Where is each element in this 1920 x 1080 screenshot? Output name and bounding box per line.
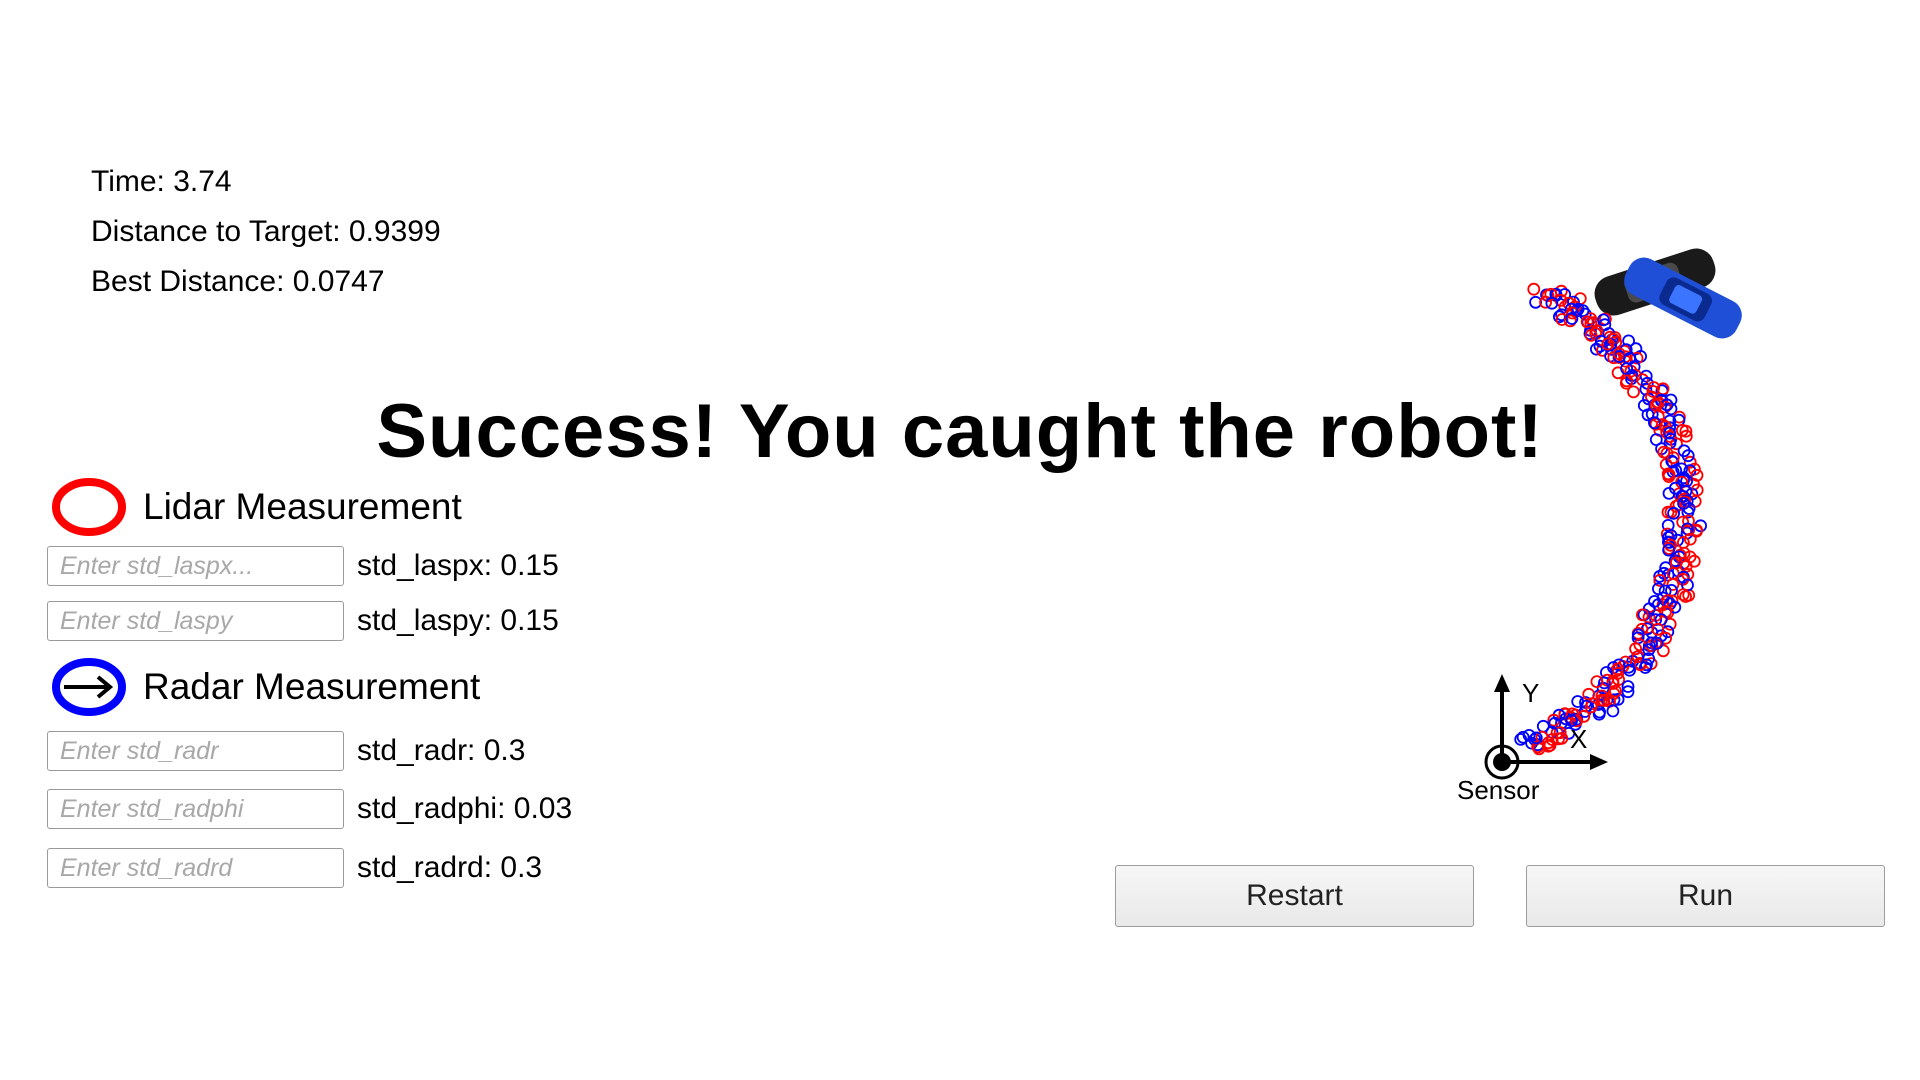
std-radr-input[interactable]	[47, 731, 344, 771]
lidar-legend-label: Lidar Measurement	[143, 486, 462, 527]
std-laspy-label: std_laspy: 0.15	[357, 604, 559, 637]
lidar-measurement-marker	[1627, 385, 1640, 399]
lidar-measurement-marker	[1590, 675, 1604, 689]
stats-panel: Time: 3.74 Distance to Target: 0.9399 Be…	[91, 157, 441, 307]
y-axis-label: Y	[1522, 678, 1539, 708]
radar-circle-arrow-icon	[52, 658, 126, 716]
radar-legend-label: Radar Measurement	[143, 666, 481, 707]
std-laspy-input[interactable]	[47, 601, 344, 641]
lidar-param-row: std_laspx: 0.15	[47, 544, 559, 588]
run-button[interactable]: Run	[1526, 865, 1885, 927]
lidar-legend: Lidar Measurement	[50, 477, 462, 537]
restart-button[interactable]: Restart	[1115, 865, 1474, 927]
x-axis-label: X	[1570, 724, 1587, 754]
radar-param-row: std_radrd: 0.3	[47, 846, 542, 890]
std-radphi-label: std_radphi: 0.03	[357, 792, 573, 825]
std-laspx-input[interactable]	[47, 546, 344, 586]
simulator-view: Time: 3.74 Distance to Target: 0.9399 Be…	[0, 0, 1920, 1080]
radar-legend: Radar Measurement	[50, 657, 480, 717]
best-distance-readout: Best Distance: 0.0747	[91, 265, 385, 298]
time-readout: Time: 3.74	[91, 165, 232, 198]
std-radr-label: std_radr: 0.3	[357, 734, 526, 767]
std-laspx-label: std_laspx: 0.15	[357, 549, 559, 582]
std-radphi-input[interactable]	[47, 789, 344, 829]
std-radrd-label: std_radrd: 0.3	[357, 851, 543, 884]
sensor-label: Sensor	[1457, 775, 1540, 805]
lidar-circle-icon	[52, 478, 126, 536]
std-radrd-input[interactable]	[47, 848, 344, 888]
radar-param-row: std_radr: 0.3	[47, 729, 525, 773]
measurement-trajectory	[1514, 282, 1708, 756]
radar-measurement-marker	[1606, 704, 1620, 718]
lidar-param-row: std_laspy: 0.15	[47, 599, 559, 643]
lidar-measurement-marker	[1527, 282, 1541, 296]
radar-param-row: std_radphi: 0.03	[47, 787, 572, 831]
simulation-scene: Y X Sensor	[1457, 248, 1742, 805]
distance-readout: Distance to Target: 0.9399	[91, 215, 441, 248]
